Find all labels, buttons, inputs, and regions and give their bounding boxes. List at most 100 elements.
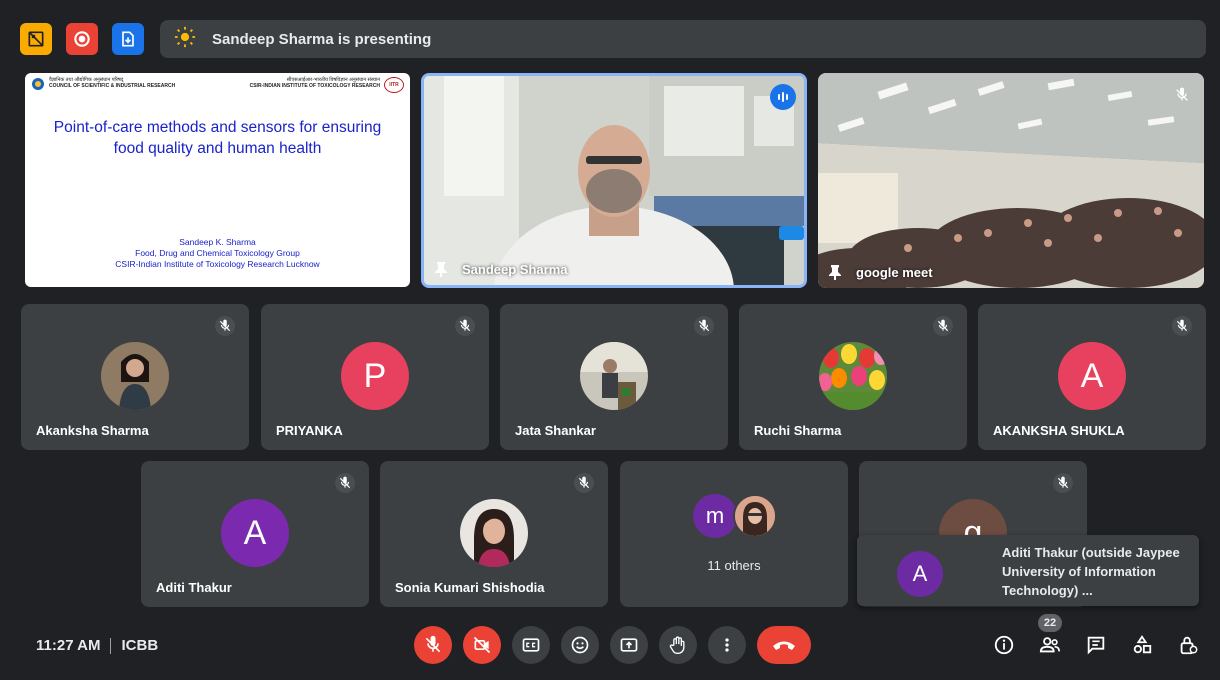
emoji-icon (571, 636, 589, 654)
avatar (733, 494, 777, 538)
presentation-slide[interactable]: वैज्ञानिक तथा औद्योगिक अनुसंधान परिषद् C… (25, 73, 410, 287)
meeting-info: 11:27 AM ICBB (36, 637, 158, 654)
presenting-text: Sandeep Sharma is presenting (212, 30, 432, 48)
participant-tile[interactable]: Jata Shankar (500, 304, 728, 450)
sun-icon (174, 26, 196, 53)
slide-header-left-2: COUNCIL OF SCIENTIFIC & INDUSTRIAL RESEA… (49, 83, 176, 89)
present-button[interactable] (610, 626, 648, 664)
activities-button[interactable] (1124, 626, 1160, 664)
participant-name: Akanksha Sharma (36, 423, 149, 438)
participant-name: Aditi Thakur (156, 580, 232, 595)
shapes-icon (1133, 635, 1152, 654)
divider (110, 637, 112, 654)
avatar: A (897, 551, 943, 597)
presenter-name-chip: Sandeep Sharma (434, 261, 568, 277)
raise-hand-button[interactable] (659, 626, 697, 664)
recording-icon[interactable] (66, 23, 98, 55)
speaking-indicator-icon (770, 84, 796, 110)
slide-author: Sandeep K. Sharma (179, 237, 256, 247)
hall-name-chip: google meet (828, 264, 933, 280)
participant-tile[interactable]: Sonia Kumari Shishodia (380, 461, 608, 607)
mic-off-icon (1053, 473, 1073, 493)
camera-toggle-button[interactable] (463, 626, 501, 664)
people-button[interactable]: 22 (1032, 614, 1068, 664)
chat-button[interactable] (1078, 626, 1114, 664)
meeting-code: ICBB (121, 637, 159, 654)
iitr-logo-icon: IITR (384, 77, 404, 93)
mic-off-icon (574, 473, 594, 493)
pin-icon[interactable] (434, 261, 448, 277)
notification-text: Aditi Thakur (outside Jaypee University … (1002, 545, 1180, 598)
slide-header-right-2: CSIR-INDIAN INSTITUTE OF TOXICOLOGY RESE… (249, 83, 380, 89)
clock-time: 11:27 AM (36, 637, 101, 654)
hall-name: google meet (856, 264, 933, 280)
presenter-name: Sandeep Sharma (462, 261, 568, 277)
csir-logo-icon (32, 78, 44, 90)
presenting-banner: Sandeep Sharma is presenting (160, 20, 1206, 58)
avatar (580, 342, 648, 410)
people-icon (1039, 637, 1060, 653)
participant-tile[interactable]: A AKANKSHA SHUKLA (978, 304, 1206, 450)
info-icon (994, 635, 1014, 655)
captions-button[interactable] (512, 626, 550, 664)
participant-name: Sonia Kumari Shishodia (395, 580, 545, 595)
participant-name: PRIYANKA (276, 423, 343, 438)
slide-header: वैज्ञानिक तथा औद्योगिक अनुसंधान परिषद् C… (31, 77, 404, 93)
captions-icon (522, 638, 540, 652)
stop-presenting-icon[interactable] (20, 23, 52, 55)
hall-video-tile[interactable]: google meet (818, 73, 1204, 288)
slide-title: Point-of-care methods and sensors for en… (35, 117, 400, 159)
avatar: A (221, 499, 289, 567)
others-tile[interactable]: m 11 others (620, 461, 848, 607)
leave-call-button[interactable] (757, 626, 811, 664)
slide-group: Food, Drug and Chemical Toxicology Group (135, 248, 300, 258)
participant-name: Ruchi Sharma (754, 423, 842, 438)
slide-institute: CSIR-Indian Institute of Toxicology Rese… (115, 259, 320, 269)
participant-tile[interactable]: P PRIYANKA (261, 304, 489, 450)
mic-off-icon (933, 316, 953, 336)
avatar: m (693, 494, 737, 538)
participant-count-badge: 22 (1038, 614, 1062, 632)
side-controls: 22 (986, 614, 1206, 664)
participant-tile[interactable]: Akanksha Sharma (21, 304, 249, 450)
participant-name: Jata Shankar (515, 423, 596, 438)
chat-icon (1087, 636, 1105, 655)
mic-off-icon (215, 316, 235, 336)
others-count: 11 others (707, 558, 761, 573)
present-icon (620, 638, 638, 652)
mic-off-icon (1172, 316, 1192, 336)
mic-off-icon (335, 473, 355, 493)
avatar: A (1058, 342, 1126, 410)
avatar (460, 499, 528, 567)
slide-title-line-1: Point-of-care methods and sensors for en… (53, 119, 382, 136)
avatar: P (341, 342, 409, 410)
presenter-video-tile[interactable]: Sandeep Sharma (421, 73, 807, 288)
avatar (101, 342, 169, 410)
meet-window: Sandeep Sharma is presenting वैज्ञानिक त… (0, 0, 1220, 680)
pin-icon[interactable] (828, 264, 842, 280)
lock-person-icon (1180, 636, 1198, 655)
join-notification[interactable]: A Aditi Thakur (outside Jaypee Universit… (857, 535, 1199, 606)
avatar (819, 342, 887, 410)
more-options-button[interactable] (708, 626, 746, 664)
host-controls-button[interactable] (1170, 626, 1206, 664)
slide-title-line-2: food quality and human health (113, 140, 322, 157)
reactions-button[interactable] (561, 626, 599, 664)
mic-off-icon (455, 316, 475, 336)
bottom-bar: 11:27 AM ICBB 22 (0, 614, 1220, 680)
mic-off-icon (694, 316, 714, 336)
mic-toggle-button[interactable] (414, 626, 452, 664)
hall-video (818, 73, 1204, 288)
more-vert-icon (725, 638, 729, 652)
slide-author-block: Sandeep K. Sharma Food, Drug and Chemica… (35, 237, 400, 270)
participant-tile[interactable]: A Aditi Thakur (141, 461, 369, 607)
hall-mute-icon (1169, 82, 1195, 108)
meeting-details-button[interactable] (986, 626, 1022, 664)
top-bar: Sandeep Sharma is presenting (20, 20, 1206, 58)
hang-up-icon (773, 641, 795, 650)
participant-name: AKANKSHA SHUKLA (993, 423, 1125, 438)
hand-icon (669, 636, 685, 654)
activities-icon[interactable] (112, 23, 144, 55)
participant-tile[interactable]: Ruchi Sharma (739, 304, 967, 450)
camera-off-icon (473, 636, 491, 654)
